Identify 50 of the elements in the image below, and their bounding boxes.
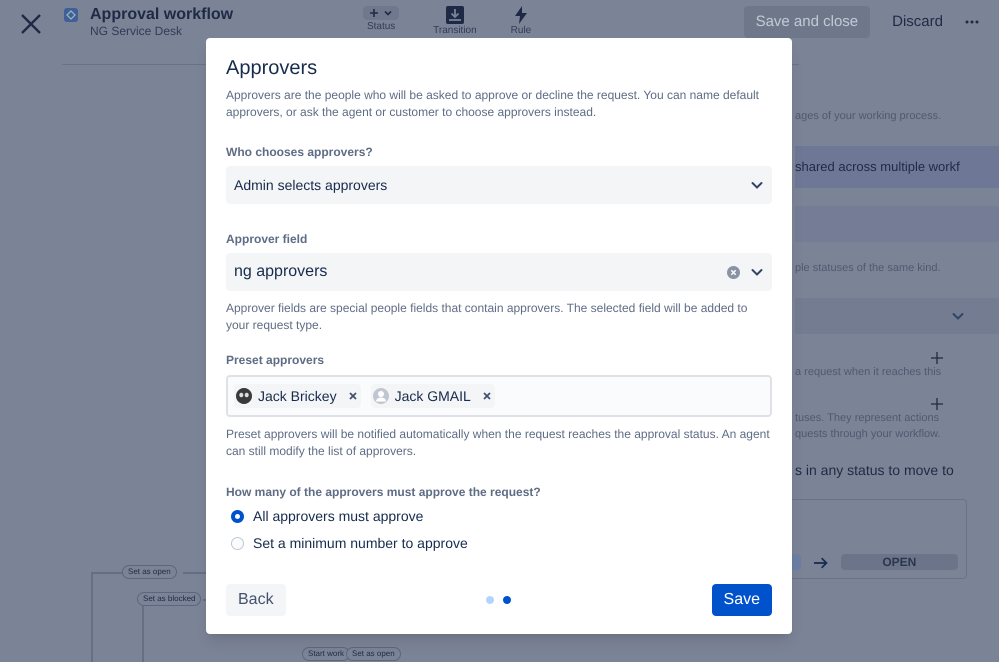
dialog-title: Approvers [226,56,318,80]
add-status-button[interactable] [363,6,400,20]
field-label: Who chooses approvers? [226,144,374,161]
radio-button[interactable] [231,510,244,523]
plus-icon [369,8,380,18]
dialog-description: Approvers are the people who will be asked to approve or decline the request. You can name default approvers, or ask the agent or customer to choose approvers instead. [226,87,760,121]
clear-icon[interactable] [727,266,740,278]
avatar-icon [372,388,389,404]
approver-name: Jack Brickey [258,386,337,406]
discard-button[interactable]: Discard [892,10,943,34]
more-icon[interactable] [965,20,979,24]
remove-icon[interactable] [482,392,491,400]
project-name: NG Service Desk [90,24,184,38]
field-label: How many of the approvers must approve the request? [226,484,542,501]
back-button[interactable]: Back [226,584,286,616]
approver-field-select[interactable]: ng approvers [226,253,772,291]
tool-label: Status [366,21,396,32]
tool-label: Transition [433,25,477,36]
approver-name: Jack GMAIL [394,386,471,406]
close-icon[interactable] [20,13,42,35]
section-heading: s in any status to move to [795,461,955,480]
field-help-text: Approver fields are special people fields that contain approvers. The selected field will be added to your request type. [226,300,748,334]
tool-label: Rule [510,25,532,36]
transition-icon[interactable] [446,6,464,24]
save-button[interactable]: Save [712,584,772,616]
select-value: ng approvers [234,262,328,282]
remove-icon[interactable] [348,392,357,400]
transition-node[interactable]: Set as open [122,565,177,579]
workflow-title: Approval workflow [90,6,234,24]
select-value: Admin selects approvers [234,176,388,195]
transition-node[interactable]: Start work [302,647,350,661]
arrow-right-icon [813,556,829,570]
plus-icon[interactable] [931,352,943,364]
field-label: Approver field [226,231,308,248]
chevron-down-icon [383,8,394,18]
avatar-icon [236,388,252,404]
plus-icon[interactable] [931,398,943,410]
radio-button[interactable] [231,537,244,550]
radio-label: Set a minimum number to approve [253,534,468,553]
radio-label: All approvers must approve [253,507,424,526]
transition-node[interactable]: Set as open [346,647,401,661]
workflow-icon [64,8,78,22]
lightning-bolt-icon[interactable] [514,6,528,24]
preset-approvers-field[interactable]: Jack Brickey Jack GMAIL [226,375,772,417]
transition-node[interactable]: Set as blocked [137,592,202,606]
status-lozenge: OPEN [840,554,958,570]
field-label: Preset approvers [226,352,326,369]
who-chooses-select[interactable]: Admin selects approvers [226,166,772,204]
shared-status-banner: shared across multiple workf [795,146,999,188]
field-help-text: Preset approvers will be notified automatically when the request reaches the approval status. An agent can still modify the list of approvers. [226,426,771,460]
